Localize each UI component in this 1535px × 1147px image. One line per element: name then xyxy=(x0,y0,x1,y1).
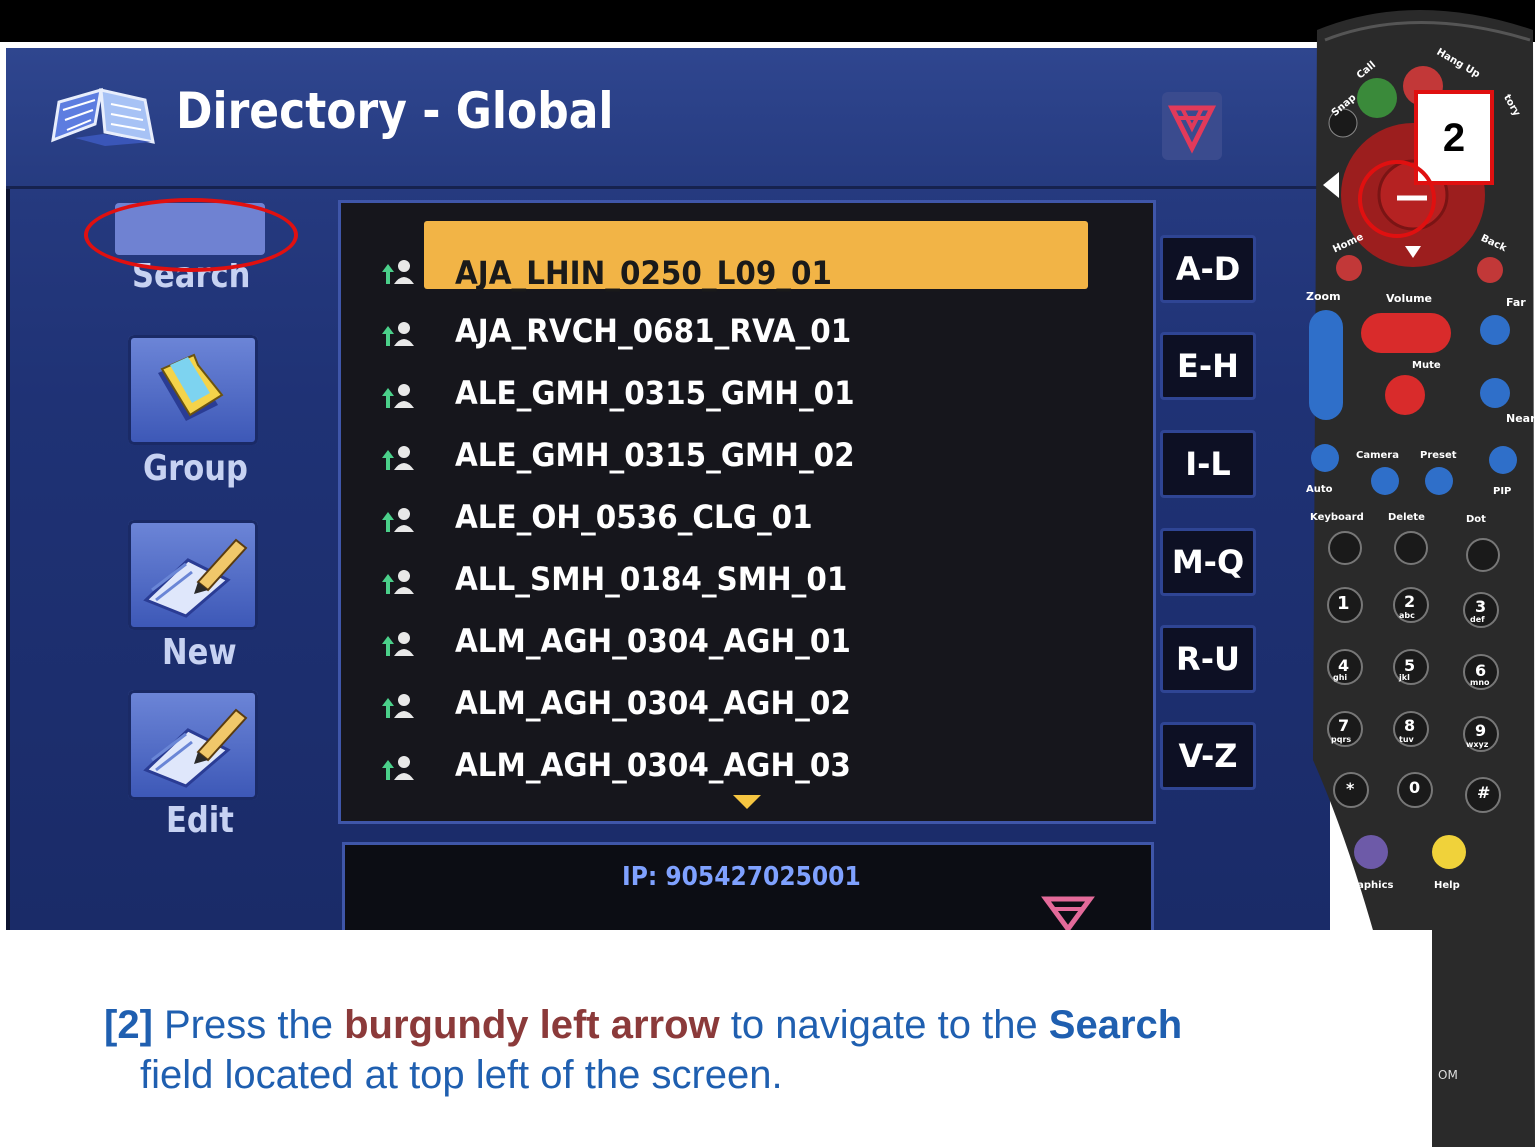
contact-icon xyxy=(382,632,414,656)
alpha-button-r-u[interactable]: R-U xyxy=(1160,625,1256,693)
remote-key-3[interactable]: 3 xyxy=(1475,597,1486,616)
remote-key-star[interactable]: * xyxy=(1346,779,1354,798)
remote-auto-label: Auto xyxy=(1306,484,1333,495)
contact-icon xyxy=(382,384,414,408)
contact-icon xyxy=(382,446,414,470)
polycom-logo-icon xyxy=(1162,92,1222,160)
page-title: Directory - Global xyxy=(176,82,614,140)
alpha-button-e-h[interactable]: E-H xyxy=(1160,332,1256,400)
remote-key-8[interactable]: 8 xyxy=(1404,716,1415,735)
remote-dot-label: Dot xyxy=(1466,514,1486,525)
list-item[interactable]: ALE_GMH_0315_GMH_02 xyxy=(380,432,1100,484)
remote-preset-label: Preset xyxy=(1420,450,1457,461)
scroll-down-icon[interactable] xyxy=(733,795,761,809)
new-entry-pencil-icon xyxy=(143,538,248,618)
remote-mute-label: Mute xyxy=(1412,360,1441,371)
contact-icon xyxy=(382,570,414,594)
list-item[interactable]: AJA_RVCH_0681_RVA_01 xyxy=(380,308,1100,360)
remote-far-label: Far xyxy=(1506,296,1526,309)
call-button xyxy=(1357,78,1397,118)
remote-key-7[interactable]: 7 xyxy=(1338,716,1349,735)
sidebar-group-button[interactable] xyxy=(128,335,258,445)
list-item[interactable]: ALM_AGH_0304_AGH_03 xyxy=(380,742,1100,794)
remote-key-7-letters: pqrs xyxy=(1331,735,1352,744)
list-item[interactable]: ALM_AGH_0304_AGH_01 xyxy=(380,618,1100,670)
left-arrow-highlight-circle xyxy=(1358,160,1436,238)
remote-key-2[interactable]: 2 xyxy=(1404,592,1415,611)
remote-key-8-letters: tuv xyxy=(1399,735,1414,744)
remote-brand-text: OM xyxy=(1438,1068,1458,1082)
remote-delete-label: Delete xyxy=(1388,512,1425,523)
sidebar-new-label: New xyxy=(162,632,237,673)
contact-icon xyxy=(382,694,414,718)
ip-address: IP: 905427025001 xyxy=(622,862,861,892)
instruction-text: [2] Press the burgundy left arrow to nav… xyxy=(104,1003,1183,1097)
remote-keyboard-label: Keyboard xyxy=(1310,512,1364,523)
search-highlight-ellipse xyxy=(84,198,298,272)
contact-icon xyxy=(382,508,414,532)
remote-key-3-letters: def xyxy=(1470,615,1485,624)
remote-key-5-letters: jkl xyxy=(1399,673,1410,682)
remote-key-0[interactable]: 0 xyxy=(1409,778,1420,797)
alpha-button-i-l[interactable]: I-L xyxy=(1160,430,1256,498)
contact-icon xyxy=(382,756,414,780)
remote-key-4-letters: ghi xyxy=(1333,673,1348,682)
list-item[interactable]: AJA_LHIN_0250_L09_01 xyxy=(380,221,1100,298)
remote-key-1[interactable]: 1 xyxy=(1337,593,1350,614)
remote-key-9[interactable]: 9 xyxy=(1475,721,1486,740)
remote-graphics-label: Graphics xyxy=(1344,880,1394,891)
remote-volume-label: Volume xyxy=(1386,292,1432,305)
edit-pencil-icon xyxy=(143,708,248,788)
remote-key-9-letters: wxyz xyxy=(1466,740,1489,749)
remote-help-label: Help xyxy=(1434,880,1460,891)
remote-key-6-letters: mno xyxy=(1470,678,1490,687)
remote-key-2-letters: abc xyxy=(1399,611,1415,620)
sidebar-group-label: Group xyxy=(143,448,248,489)
step-number: [2] xyxy=(104,1003,153,1047)
alpha-button-v-z[interactable]: V-Z xyxy=(1160,722,1256,790)
sidebar-edit-button[interactable] xyxy=(128,690,258,800)
sidebar-new-button[interactable] xyxy=(128,520,258,630)
remote-camera-label: Camera xyxy=(1356,450,1399,461)
list-item[interactable]: ALE_GMH_0315_GMH_01 xyxy=(380,370,1100,422)
list-item[interactable]: ALE_OH_0536_CLG_01 xyxy=(380,494,1100,546)
folder-icon xyxy=(158,353,224,421)
directory-book-icon xyxy=(51,87,155,146)
step-callout-box: 2 xyxy=(1414,90,1494,185)
contact-icon xyxy=(382,322,414,346)
list-item[interactable]: ALM_AGH_0304_AGH_02 xyxy=(380,680,1100,732)
list-item[interactable]: ALL_SMH_0184_SMH_01 xyxy=(380,556,1100,608)
remote-key-hash[interactable]: # xyxy=(1477,783,1490,802)
alpha-button-m-q[interactable]: M-Q xyxy=(1160,528,1256,596)
remote-zoom-label: Zoom xyxy=(1306,290,1341,303)
burgundy-left-arrow-text: burgundy left arrow xyxy=(344,1003,720,1047)
polycom-logo-icon xyxy=(1041,896,1095,930)
remote-near-label: Near xyxy=(1506,412,1535,425)
alpha-button-a-d[interactable]: A-D xyxy=(1160,235,1256,303)
search-text: Search xyxy=(1048,1003,1183,1047)
remote-pip-label: PIP xyxy=(1493,486,1512,497)
contact-icon xyxy=(382,260,414,284)
sidebar-edit-label: Edit xyxy=(166,800,234,841)
